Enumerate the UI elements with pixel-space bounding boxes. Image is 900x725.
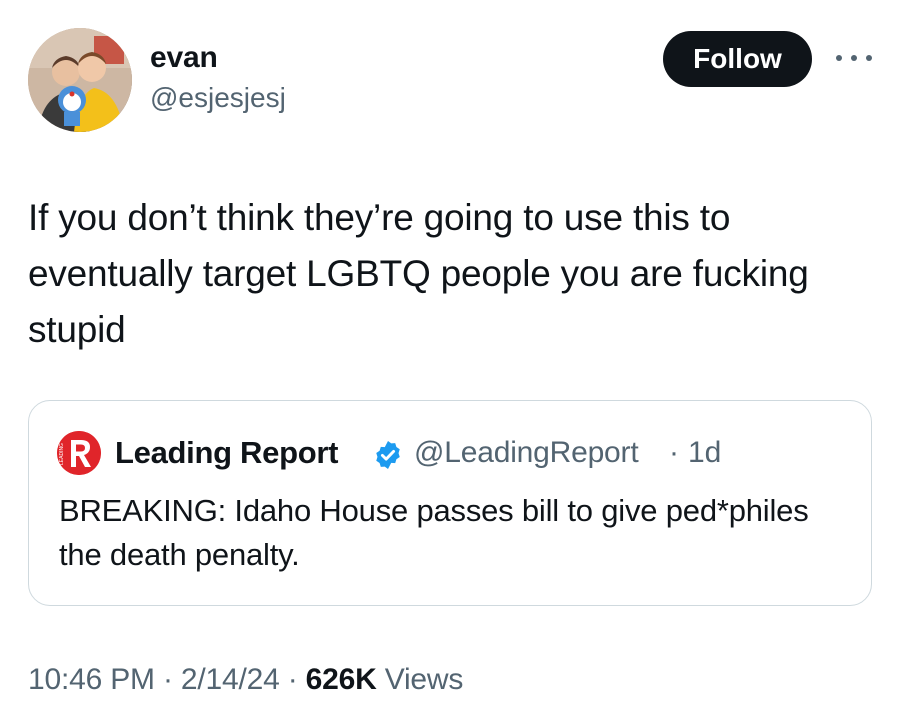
verified-badge-icon <box>376 441 400 469</box>
author-display-name[interactable]: evan <box>150 41 218 75</box>
tweet-meta: 10:46 PM · 2/14/24 · 626K Views <box>28 663 463 697</box>
svg-text:LEADING: LEADING <box>59 443 65 465</box>
quoted-separator: · <box>669 436 679 469</box>
more-dot <box>866 55 872 61</box>
tweet-text: If you don’t think they’re going to use … <box>28 197 809 350</box>
more-dot <box>851 55 857 61</box>
tweet-date[interactable]: 2/14/24 <box>181 663 280 696</box>
views-label: Views <box>376 663 464 696</box>
follow-button[interactable]: Follow <box>663 31 812 87</box>
more-dot <box>836 55 842 61</box>
views-count[interactable]: 626K <box>306 663 377 696</box>
quoted-display-name[interactable]: Leading Report <box>115 435 338 471</box>
more-horizontal-icon[interactable] <box>836 48 872 68</box>
meta-separator: · <box>154 663 181 696</box>
leading-report-logo-icon: LEADING <box>57 431 101 475</box>
tweet-time[interactable]: 10:46 PM <box>28 663 155 696</box>
quoted-handle[interactable]: @LeadingReport <box>414 436 639 470</box>
quoted-tweet-text: BREAKING: Idaho House passes bill to giv… <box>59 493 809 572</box>
quoted-timestamp[interactable]: 1d <box>688 436 721 470</box>
avatar[interactable] <box>28 28 132 132</box>
quoted-tweet-card[interactable]: LEADING Leading Report @LeadingReport · … <box>28 400 872 606</box>
meta-separator: · <box>279 663 306 696</box>
author-handle[interactable]: @esjesjesj <box>150 82 286 114</box>
profile-photo-icon <box>28 28 132 132</box>
